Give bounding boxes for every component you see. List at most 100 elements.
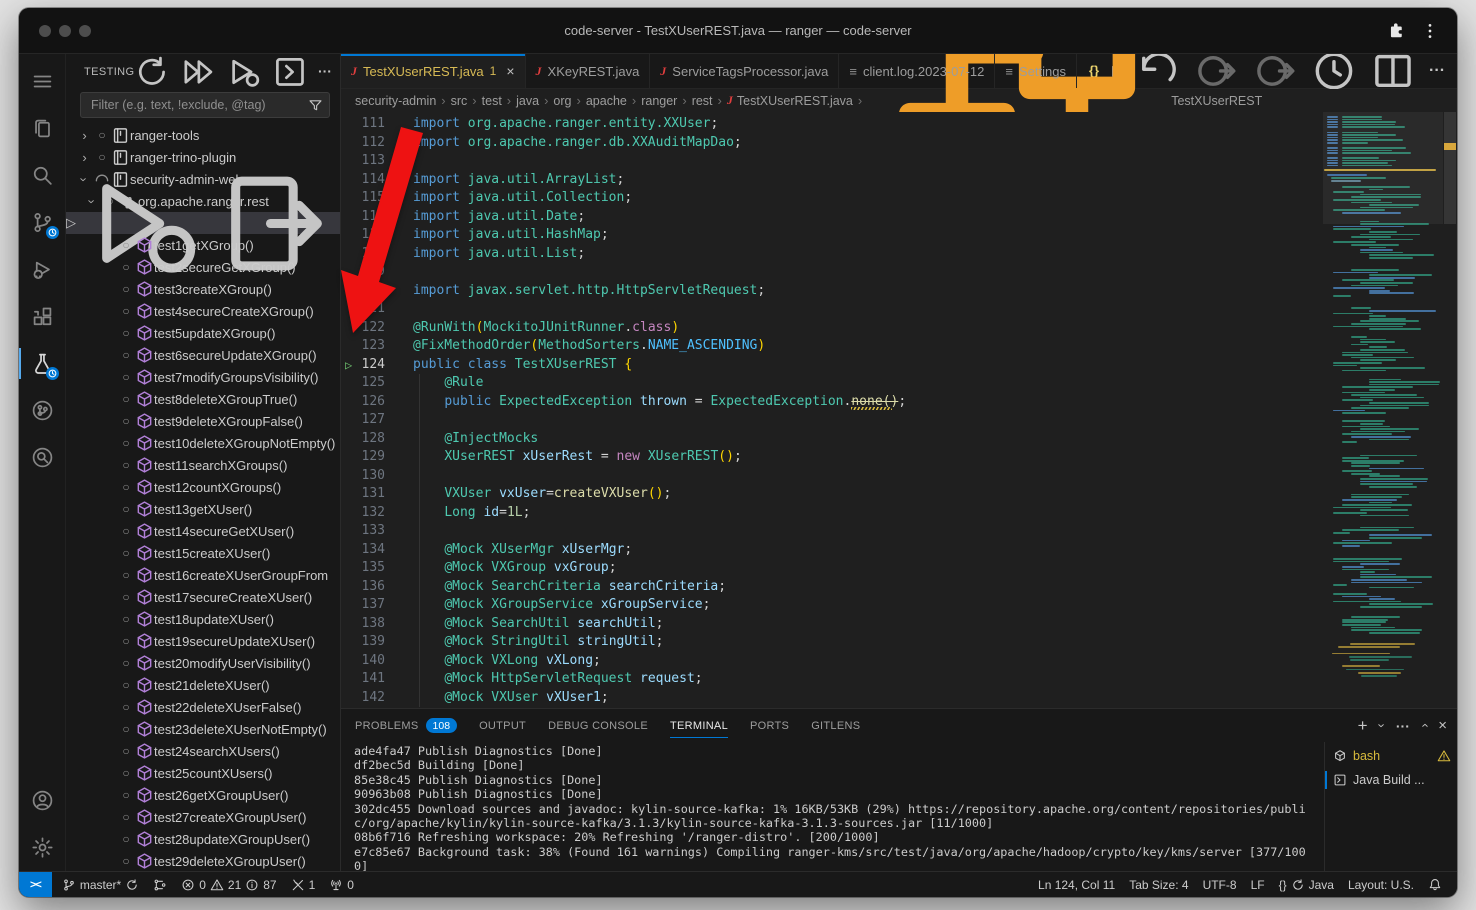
test-item[interactable]: ○test4secureCreateXGroup() — [66, 300, 340, 322]
test-item[interactable]: ○test24searchXUsers() — [66, 740, 340, 762]
code-line-129[interactable]: 129 XUserREST xUserRest = new XUserREST(… — [341, 448, 1323, 467]
terminal-profile-dropdown-icon[interactable]: › — [1374, 723, 1389, 727]
code-line-118[interactable]: 118import java.util.List; — [341, 245, 1323, 264]
test-item[interactable]: ○test25countXUsers() — [66, 762, 340, 784]
test-item[interactable]: ○test19secureUpdateXUser() — [66, 630, 340, 652]
code-line-113[interactable]: 113 — [341, 152, 1323, 171]
code-line-115[interactable]: 115import java.util.Collection; — [341, 189, 1323, 208]
breadcrumb-item[interactable]: org — [553, 94, 571, 108]
test-item[interactable]: ○test9deleteXGroupFalse() — [66, 410, 340, 432]
code-line-119[interactable]: 119 — [341, 263, 1323, 282]
keyboard-layout-item[interactable]: Layout: U.S. — [1341, 872, 1421, 897]
test-item[interactable]: ○test23deleteXUserNotEmpty() — [66, 718, 340, 740]
code-line-132[interactable]: 132 Long id=1L; — [341, 504, 1323, 523]
test-item[interactable]: ○test27createXGroupUser() — [66, 806, 340, 828]
activity-source-control-icon[interactable] — [19, 199, 66, 246]
code-line-112[interactable]: 112import org.apache.ranger.db.XXAuditMa… — [341, 134, 1323, 153]
diagnostics-item[interactable]: 0 21 87 — [174, 872, 283, 897]
close-window-button[interactable] — [39, 25, 51, 37]
panel-tab-gitlens[interactable]: GITLENS — [811, 709, 860, 742]
breadcrumb-item[interactable]: test — [482, 94, 502, 108]
tab-size-item[interactable]: Tab Size: 4 — [1122, 872, 1195, 897]
test-item[interactable]: ○test22deleteXUserFalse() — [66, 696, 340, 718]
git-branch-item[interactable]: master* — [52, 872, 146, 897]
test-item[interactable]: ○test18updateXUser() — [66, 608, 340, 630]
minimap[interactable] — [1323, 112, 1443, 708]
open-panel-icon[interactable] — [272, 54, 308, 90]
test-item[interactable]: ○test1getXGroup() — [66, 234, 340, 256]
activity-run-debug-icon[interactable] — [19, 246, 66, 293]
more-actions-icon[interactable]: ··· — [1429, 62, 1445, 80]
run-history-icon[interactable] — [1311, 48, 1357, 94]
eol-item[interactable]: LF — [1244, 872, 1272, 897]
run-all-icon[interactable] — [180, 54, 216, 90]
code-line-123[interactable]: 123@FixMethodOrder(MethodSorters.NAME_AS… — [341, 337, 1323, 356]
test-item[interactable]: ○test17secureCreateXUser() — [66, 586, 340, 608]
zoom-window-button[interactable] — [79, 25, 91, 37]
activity-extensions-icon[interactable] — [19, 293, 66, 340]
test-item[interactable]: ○test6secureUpdateXGroup() — [66, 344, 340, 366]
git-graph-item[interactable] — [146, 872, 174, 897]
test-item[interactable]: ○test7modifyGroupsVisibility() — [66, 366, 340, 388]
maximize-panel-icon[interactable]: › — [1417, 723, 1432, 727]
test-item[interactable]: ○test15createXUser() — [66, 542, 340, 564]
chevron-collapsed-icon[interactable]: › — [76, 128, 93, 143]
code-editor[interactable]: 111import org.apache.ranger.entity.XXUse… — [341, 112, 1457, 708]
breadcrumb-item[interactable]: ranger — [641, 94, 677, 108]
more-icon[interactable]: ··· — [318, 63, 332, 81]
test-item[interactable]: ○test8deleteXGroupTrue() — [66, 388, 340, 410]
activity-search-icon[interactable] — [19, 152, 66, 199]
code-line-117[interactable]: 117import java.util.HashMap; — [341, 226, 1323, 245]
tab-testxuserrest-java[interactable]: JTestXUserREST.java1× — [341, 54, 526, 88]
breadcrumb-item[interactable]: java — [516, 94, 539, 108]
tab-settings[interactable]: ≡Settings — [995, 54, 1077, 88]
editor-scrollbar[interactable] — [1443, 112, 1457, 708]
extensions-puzzle-icon[interactable] — [1387, 22, 1405, 40]
activity-settings-icon[interactable] — [19, 824, 66, 871]
remote-indicator[interactable]: >< — [19, 872, 52, 897]
activity-gitlens-inspect-icon[interactable] — [19, 434, 66, 481]
code-line-136[interactable]: 136 @Mock SearchCriteria searchCriteria; — [341, 578, 1323, 597]
code-line-122[interactable]: 122@RunWith(MockitoJUnitRunner.class) — [341, 319, 1323, 338]
test-item[interactable]: ○test2secureGetXGroup() — [66, 256, 340, 278]
run-test-icon[interactable]: ▷ — [66, 215, 76, 231]
run-test-gutter-icon[interactable]: ▷ — [345, 356, 352, 375]
encoding-item[interactable]: UTF-8 — [1196, 872, 1244, 897]
debug-all-icon[interactable] — [226, 54, 262, 90]
code-line-114[interactable]: 114import java.util.ArrayList; — [341, 171, 1323, 190]
test-item[interactable]: ○test5updateXGroup() — [66, 322, 340, 344]
test-filter-input[interactable] — [89, 97, 308, 113]
code-line-127[interactable]: 127 — [341, 411, 1323, 430]
breadcrumb-item[interactable]: apache — [586, 94, 627, 108]
new-terminal-button[interactable]: + — [1358, 716, 1368, 736]
code-line-121[interactable]: 121 — [341, 300, 1323, 319]
panel-more-actions-icon[interactable]: ··· — [1396, 718, 1410, 734]
notifications-item[interactable] — [1421, 872, 1449, 897]
test-item[interactable]: ○test3createXGroup() — [66, 278, 340, 300]
code-line-141[interactable]: 141 @Mock HttpServletRequest request; — [341, 670, 1323, 689]
code-line-128[interactable]: 128 @InjectMocks — [341, 430, 1323, 449]
code-line-135[interactable]: 135 @Mock VXGroup vxGroup; — [341, 559, 1323, 578]
terminal-instance-bash[interactable]: bash — [1325, 744, 1457, 768]
test-item[interactable]: ○test11searchXGroups() — [66, 454, 340, 476]
tab-client-log-2023-07-12[interactable]: ≡client.log.2023-07-12 — [839, 54, 995, 88]
code-line-142[interactable]: 142 @Mock VXUser vXUser1; — [341, 689, 1323, 708]
test-item[interactable]: ○test12countXGroups() — [66, 476, 340, 498]
cursor-position-item[interactable]: Ln 124, Col 11 — [1031, 872, 1122, 897]
breadcrumb-item[interactable]: rest — [692, 94, 713, 108]
test-filter-box[interactable] — [80, 92, 330, 118]
browser-menu-icon[interactable] — [1421, 22, 1439, 40]
activity-account-icon[interactable] — [19, 777, 66, 824]
code-line-124[interactable]: ▷124public class TestXUserREST { — [341, 356, 1323, 375]
tree-item-ranger-tools[interactable]: ›○ranger-tools — [66, 124, 340, 146]
code-line-139[interactable]: 139 @Mock StringUtil stringUtil; — [341, 633, 1323, 652]
code-line-126[interactable]: 126 public ExpectedException thrown = Ex… — [341, 393, 1323, 412]
code-line-130[interactable]: 130 — [341, 467, 1323, 486]
minimize-window-button[interactable] — [59, 25, 71, 37]
refresh-icon[interactable] — [134, 54, 170, 90]
tools-item[interactable]: 1 — [284, 872, 323, 897]
activity-explorer-icon[interactable] — [19, 105, 66, 152]
code-line-134[interactable]: 134 @Mock XUserMgr xUserMgr; — [341, 541, 1323, 560]
code-line-120[interactable]: 120import javax.servlet.http.HttpServlet… — [341, 282, 1323, 301]
language-status-item[interactable]: {} Java — [1272, 872, 1341, 897]
